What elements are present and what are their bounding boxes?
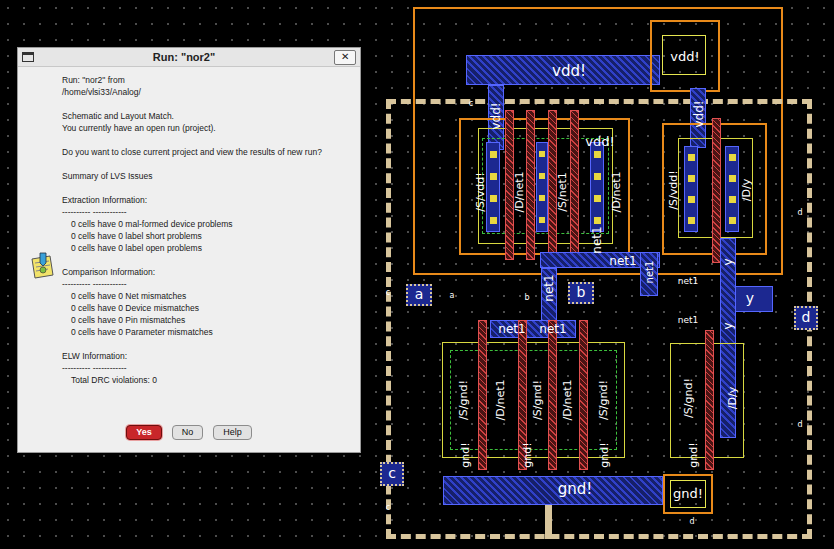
message-line: /home/vlsi33/Analog/ bbox=[62, 86, 356, 98]
layout-label: vdd! bbox=[693, 100, 705, 127]
message-line: 0 cells have 0 label short problems bbox=[62, 230, 356, 242]
layout-label: c bbox=[469, 100, 473, 108]
message-line: ELW Information: bbox=[62, 350, 356, 362]
message-section: Extraction Information:---------- ------… bbox=[62, 194, 356, 254]
layout-label: gnd! bbox=[460, 442, 471, 467]
message-section: Schematic and Layout Match.You currently… bbox=[62, 110, 356, 134]
button-row: Yes No Help bbox=[18, 425, 360, 452]
no-button[interactable]: No bbox=[172, 425, 204, 440]
message-line: ---------- ------------ bbox=[62, 278, 356, 290]
message-section: ELW Information:---------- ------------T… bbox=[62, 350, 356, 386]
message-line: Run: "nor2" from bbox=[62, 74, 356, 86]
layout-label: /S/gnd! bbox=[458, 380, 469, 420]
yes-button[interactable]: Yes bbox=[126, 425, 162, 440]
message-section: Summary of LVS Issues bbox=[62, 170, 356, 182]
message-line: 0 cells have 0 Pin mismatches bbox=[62, 314, 356, 326]
layout-label: d bbox=[797, 421, 802, 429]
message-line: 0 cells have 0 Parameter mismatches bbox=[62, 326, 356, 338]
message-section: Comparison Information:---------- ------… bbox=[62, 266, 356, 338]
layout-label: b bbox=[577, 285, 586, 299]
message-line: Summary of LVS Issues bbox=[62, 170, 356, 182]
metal-column bbox=[486, 142, 500, 232]
layout-label: d bbox=[802, 310, 811, 324]
layout-label: gnd! bbox=[673, 487, 703, 500]
layout-label: /S/vdd! bbox=[668, 170, 679, 209]
layout-label: gnd! bbox=[522, 442, 533, 467]
message-body: Run: "nor2" from/home/vlsi33/Analog/Sche… bbox=[62, 74, 356, 386]
layout-label: /S/gnd! bbox=[598, 380, 609, 420]
layout-label: vdd! bbox=[490, 102, 502, 129]
layout-label: /D/y bbox=[741, 179, 752, 201]
message-line: Do you want to close current project and… bbox=[62, 146, 356, 158]
message-line: 0 cells have 0 label open problems bbox=[62, 242, 356, 254]
message-line: 0 cells have 0 Net mismatches bbox=[62, 290, 356, 302]
layout-label: net1 bbox=[678, 316, 699, 325]
metal-column bbox=[590, 142, 604, 232]
metal-column bbox=[536, 142, 548, 232]
layout-label: vdd! bbox=[670, 50, 699, 63]
layout-label: /D/y bbox=[727, 387, 738, 409]
layout-label: /S/gnd! bbox=[532, 380, 543, 420]
layout-label: d bbox=[689, 518, 694, 526]
layout-label: /D/net1 bbox=[514, 172, 525, 213]
message-line: Total DRC violations: 0 bbox=[62, 374, 356, 386]
poly-gate bbox=[570, 110, 579, 260]
poly-gate bbox=[548, 320, 557, 470]
layout-label: vdd! bbox=[585, 135, 614, 148]
layout-label: c bbox=[388, 466, 396, 480]
message-line: 0 cells have 0 mal-formed device problem… bbox=[62, 218, 356, 230]
message-line: You currently have an open run (project)… bbox=[62, 122, 356, 134]
poly-gate bbox=[526, 110, 535, 260]
layout-label: vdd! bbox=[552, 64, 586, 79]
layout-label: net1 bbox=[609, 255, 636, 267]
message-line: ---------- ------------ bbox=[62, 206, 356, 218]
layout-label: gnd! bbox=[688, 442, 699, 467]
layout-label: net1 bbox=[678, 277, 699, 286]
layout-label: net1 bbox=[591, 226, 603, 253]
window-icon[interactable] bbox=[22, 52, 34, 62]
layout-label: /D/net1 bbox=[611, 172, 622, 213]
layout-label: c bbox=[386, 504, 390, 512]
message-section: Do you want to close current project and… bbox=[62, 146, 356, 158]
metal-column bbox=[684, 146, 698, 232]
note-icon bbox=[28, 251, 58, 281]
layout-label: /S/vdd! bbox=[475, 172, 486, 211]
layout-label: gnd! bbox=[558, 482, 593, 497]
layout-label: c bbox=[386, 289, 390, 297]
layout-label: y bbox=[722, 322, 734, 329]
dialog-title: Run: "nor2" bbox=[34, 49, 334, 66]
layout-label: net1 bbox=[645, 261, 655, 284]
layout-label: /S/net1 bbox=[557, 172, 568, 211]
metal-column bbox=[725, 146, 739, 232]
screen: vdd! vdd! vdd! vdd! /S/vdd! /D/net1 /S/n… bbox=[0, 0, 834, 549]
message-line: 0 cells have 0 Device mismatches bbox=[62, 302, 356, 314]
lvs-dialog: Run: "nor2" ✕ Run: "nor2" from/home/vlsi… bbox=[17, 47, 361, 453]
layout-label: d bbox=[797, 209, 802, 217]
layout-label: y bbox=[722, 258, 734, 265]
message-line: Schematic and Layout Match. bbox=[62, 110, 356, 122]
layout-label: a bbox=[450, 292, 455, 300]
poly-gate bbox=[705, 330, 714, 470]
message-line: ---------- ------------ bbox=[62, 362, 356, 374]
poly-gate bbox=[478, 320, 487, 470]
layout-label: /D/net1 bbox=[495, 380, 506, 421]
message-section: Run: "nor2" from/home/vlsi33/Analog/ bbox=[62, 74, 356, 98]
layout-label: b bbox=[524, 294, 529, 302]
layout-label: net1 bbox=[539, 323, 566, 335]
message-line: Extraction Information: bbox=[62, 194, 356, 206]
layout-label: net1 bbox=[543, 274, 555, 301]
poly-gate bbox=[579, 320, 588, 470]
title-bar[interactable]: Run: "nor2" ✕ bbox=[18, 48, 360, 67]
gnd-metal bbox=[443, 476, 663, 505]
close-button[interactable]: ✕ bbox=[334, 50, 356, 65]
layout-label: gnd! bbox=[599, 442, 610, 467]
layout-label: /D/net1 bbox=[562, 380, 573, 421]
layout-label: /S/gnd! bbox=[683, 378, 694, 418]
help-button[interactable]: Help bbox=[213, 425, 252, 440]
layout-label: net1 bbox=[498, 323, 525, 335]
layout-label: y bbox=[746, 291, 754, 305]
layout-label: a bbox=[415, 287, 424, 301]
message-line: Comparison Information: bbox=[62, 266, 356, 278]
